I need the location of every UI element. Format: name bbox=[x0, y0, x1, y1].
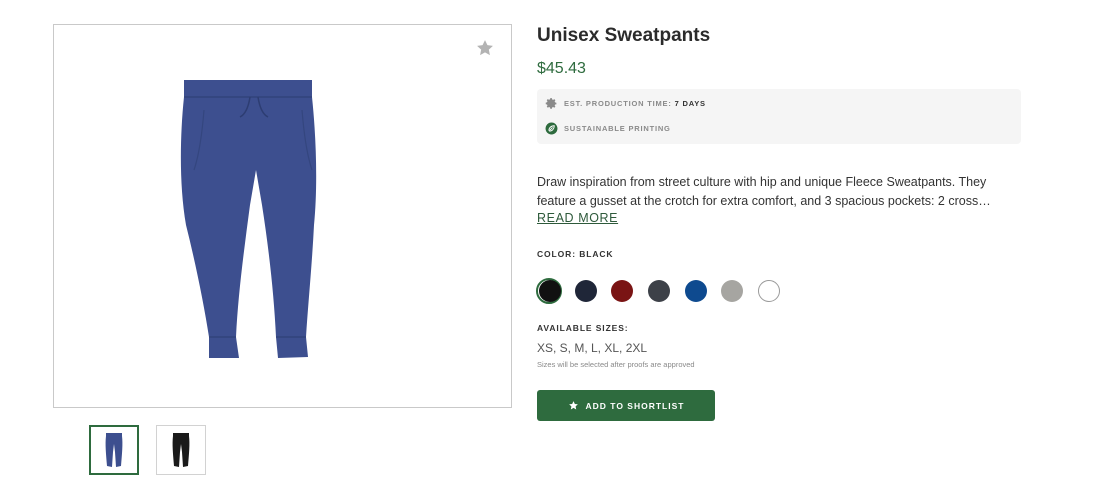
sustainable-row: SUSTAINABLE PRINTING bbox=[545, 122, 671, 135]
production-time-label: EST. PRODUCTION TIME: bbox=[564, 99, 672, 108]
production-time-row: EST. PRODUCTION TIME: 7 DAYS bbox=[545, 97, 706, 110]
star-icon bbox=[568, 401, 578, 410]
swatch-maroon[interactable] bbox=[611, 280, 633, 302]
sizes-note: Sizes will be selected after proofs are … bbox=[537, 360, 695, 369]
thumbnail-blue[interactable] bbox=[89, 425, 139, 475]
color-label-prefix: COLOR: bbox=[537, 249, 576, 259]
swatch-grey[interactable] bbox=[721, 280, 743, 302]
leaf-icon bbox=[545, 122, 558, 135]
product-price: $45.43 bbox=[537, 60, 586, 77]
swatch-navy[interactable] bbox=[575, 280, 597, 302]
thumbnail-image bbox=[172, 433, 190, 467]
color-selected-value: BLACK bbox=[579, 249, 614, 259]
gear-icon bbox=[545, 98, 557, 109]
swatch-royal-blue[interactable] bbox=[685, 280, 707, 302]
product-title: Unisex Sweatpants bbox=[537, 25, 711, 46]
thumbnail-image bbox=[105, 433, 123, 467]
add-to-shortlist-button[interactable]: ADD TO SHORTLIST bbox=[537, 390, 715, 421]
production-time-value: 7 DAYS bbox=[674, 99, 706, 108]
swatch-charcoal[interactable] bbox=[648, 280, 670, 302]
read-more-link[interactable]: READ MORE bbox=[537, 211, 618, 225]
thumbnail-black[interactable] bbox=[156, 425, 206, 475]
sustainable-label: SUSTAINABLE PRINTING bbox=[564, 124, 671, 133]
swatch-white[interactable] bbox=[758, 280, 780, 302]
sizes-label: AVAILABLE SIZES: bbox=[537, 323, 629, 333]
product-description: Draw inspiration from street culture wit… bbox=[537, 175, 991, 208]
star-icon[interactable] bbox=[475, 38, 495, 58]
swatch-black[interactable] bbox=[539, 280, 561, 302]
sizes-value: XS, S, M, L, XL, 2XL bbox=[537, 341, 648, 355]
production-info-box: EST. PRODUCTION TIME: 7 DAYS SUSTAINABLE… bbox=[537, 89, 1021, 144]
color-label: COLOR: BLACK bbox=[537, 249, 613, 259]
add-to-shortlist-label: ADD TO SHORTLIST bbox=[585, 400, 685, 411]
product-image-frame bbox=[53, 24, 512, 408]
product-image-sweatpants bbox=[180, 80, 317, 358]
